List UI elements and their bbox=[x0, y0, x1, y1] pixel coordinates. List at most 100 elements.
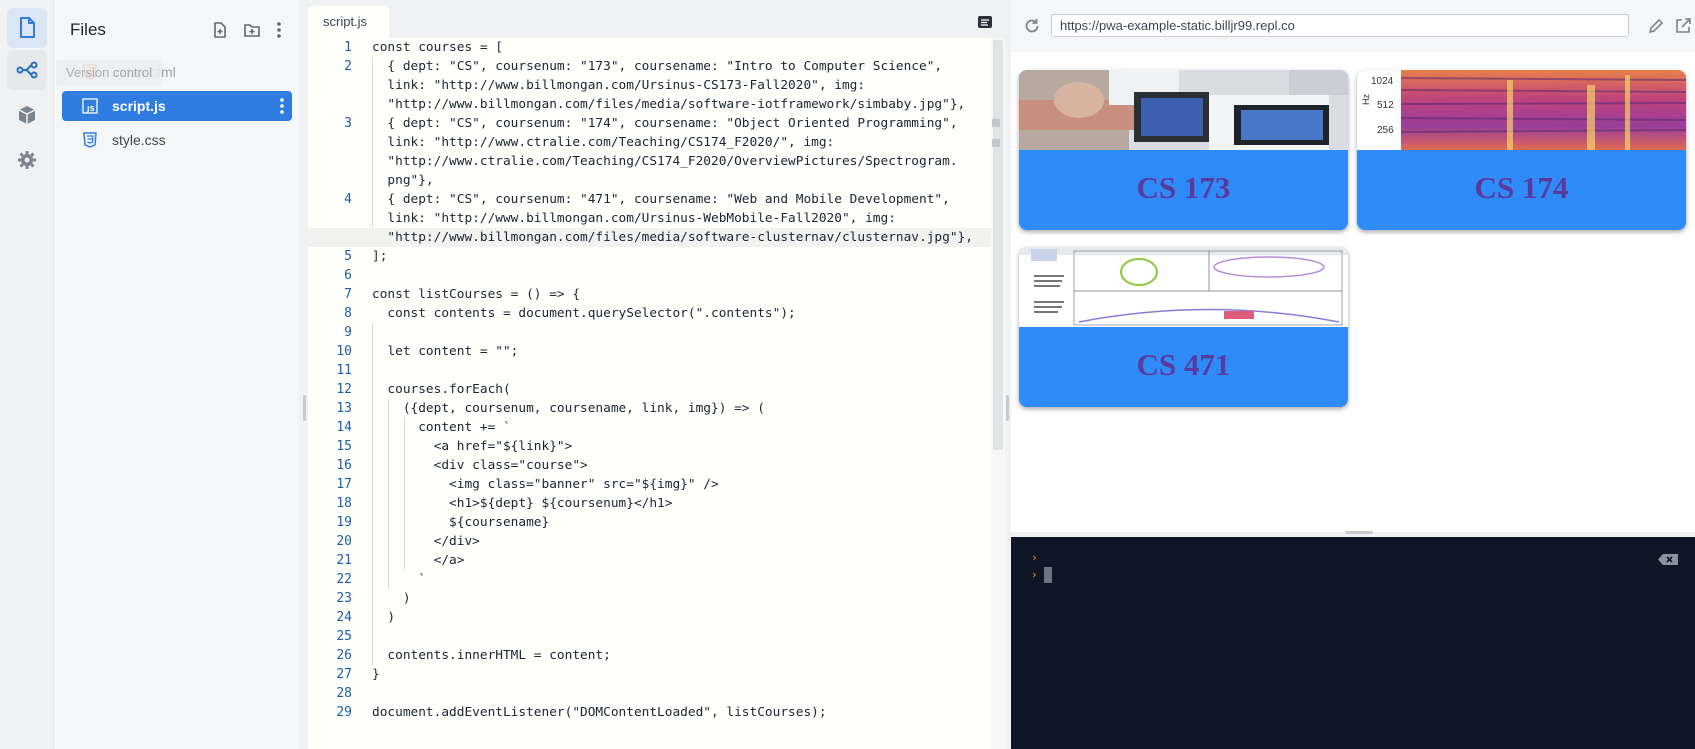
line-number: 21 bbox=[336, 553, 352, 568]
refresh-icon[interactable] bbox=[1023, 17, 1041, 35]
files-panel-title: Files bbox=[70, 20, 106, 39]
course-title: CS 471 bbox=[1136, 347, 1231, 382]
css3-icon bbox=[83, 132, 97, 148]
packages-tool-button[interactable] bbox=[7, 95, 47, 135]
course-title: CS 174 bbox=[1474, 170, 1569, 205]
code-line: content += ` bbox=[372, 420, 511, 435]
line-number: 29 bbox=[336, 705, 352, 720]
line-number: 9 bbox=[344, 325, 352, 340]
code-line: link: "http://www.billmongan.com/Ursinus… bbox=[372, 78, 866, 93]
line-number: 14 bbox=[336, 420, 352, 435]
console-panel[interactable]: › › bbox=[1011, 537, 1695, 749]
console-prompt: › bbox=[1031, 568, 1038, 581]
code-line: <h1>${dept} ${coursenum}</h1> bbox=[372, 496, 673, 511]
course-title: CS 173 bbox=[1136, 170, 1231, 205]
webview-urlbar: https://pwa-example-static.billjr99.repl… bbox=[1011, 0, 1695, 52]
course-banner-image bbox=[1019, 70, 1348, 150]
settings-tool-button[interactable] bbox=[7, 140, 47, 180]
course-card-cs174[interactable]: Hz 1024 512 256 CS 174 bbox=[1357, 70, 1686, 230]
files-tool-button[interactable] bbox=[7, 8, 47, 48]
file-menu-icon[interactable] bbox=[280, 98, 284, 114]
file-item-script-js[interactable]: JS script.js bbox=[62, 91, 292, 121]
tab-script-js[interactable]: script.js bbox=[308, 6, 389, 38]
code-line: </a> bbox=[372, 553, 465, 568]
files-menu-button[interactable] bbox=[269, 20, 289, 40]
more-vertical-icon bbox=[277, 22, 281, 38]
replit-workspace: Version control Files index.html JS scri… bbox=[0, 0, 1695, 749]
spectrogram-axis-label: Hz bbox=[1361, 94, 1371, 105]
line-number: 15 bbox=[336, 439, 352, 454]
file-item-style-css[interactable]: style.css bbox=[62, 125, 292, 155]
line-number: 28 bbox=[336, 686, 352, 701]
settings-icon bbox=[18, 151, 36, 169]
line-number: 2 bbox=[344, 59, 352, 74]
clear-console-icon[interactable] bbox=[1657, 553, 1679, 566]
version-control-tool-button[interactable] bbox=[7, 50, 47, 90]
course-card-cs471[interactable]: CS 471 bbox=[1019, 247, 1348, 407]
editor-resize-handle[interactable] bbox=[1006, 395, 1009, 421]
code-line: </div> bbox=[372, 534, 480, 549]
line-number: 5 bbox=[344, 249, 352, 264]
spectrogram-banner-image bbox=[1357, 70, 1686, 150]
overview-ruler-mark bbox=[992, 119, 1000, 127]
line-number: 24 bbox=[336, 610, 352, 625]
code-line: { dept: "CS", coursenum: "174", coursena… bbox=[372, 116, 958, 131]
editor-tabbar: script.js bbox=[308, 0, 1005, 38]
code-line: "http://www.ctralie.com/Teaching/CS174_F… bbox=[372, 154, 958, 169]
line-number: 13 bbox=[336, 401, 352, 416]
new-folder-icon bbox=[244, 24, 260, 37]
course-card-cs173[interactable]: CS 173 bbox=[1019, 70, 1348, 230]
code-line: ) bbox=[372, 610, 396, 625]
course-cards: CS 173 Hz 1024 512 256 CS 174 CS 471 bbox=[1011, 52, 1695, 532]
code-editor: script.js 1 2 3 4 5 6 7 8 9 10 11 12 13 … bbox=[308, 0, 1005, 749]
activity-bar bbox=[0, 0, 53, 749]
line-number: 3 bbox=[344, 116, 352, 131]
line-number: 16 bbox=[336, 458, 352, 473]
editor-scrollbar-thumb[interactable] bbox=[993, 40, 1003, 450]
console-resize-handle[interactable] bbox=[1345, 531, 1373, 534]
line-number: 10 bbox=[336, 344, 352, 359]
line-number: 26 bbox=[336, 648, 352, 663]
code-line: const contents = document.querySelector(… bbox=[372, 306, 796, 321]
code-line: } bbox=[372, 667, 380, 682]
url-input[interactable]: https://pwa-example-static.billjr99.repl… bbox=[1051, 14, 1629, 37]
line-number: 23 bbox=[336, 591, 352, 606]
code-line: const courses = [ bbox=[372, 40, 503, 55]
line-number: 6 bbox=[344, 268, 352, 283]
line-number: 18 bbox=[336, 496, 352, 511]
file-name: script.js bbox=[112, 98, 166, 114]
code-line: { dept: "CS", coursenum: "471", coursena… bbox=[372, 192, 950, 207]
files-icon bbox=[20, 17, 35, 38]
edit-icon[interactable] bbox=[1647, 17, 1665, 35]
svg-text:JS: JS bbox=[86, 105, 95, 113]
line-number: 4 bbox=[344, 192, 352, 207]
version-control-tooltip: Version control bbox=[56, 60, 162, 86]
new-file-button[interactable] bbox=[210, 20, 230, 40]
code-line: document.addEventListener("DOMContentLoa… bbox=[372, 705, 827, 720]
line-number: 17 bbox=[336, 477, 352, 492]
javascript-icon: JS bbox=[82, 98, 98, 114]
code-line: "http://www.billmongan.com/files/media/s… bbox=[372, 97, 966, 112]
line-number: 12 bbox=[336, 382, 352, 397]
overview-ruler-mark bbox=[992, 139, 1000, 147]
code-line: ${coursename} bbox=[372, 515, 550, 530]
webview-panel: https://pwa-example-static.billjr99.repl… bbox=[1011, 0, 1695, 532]
format-icon[interactable] bbox=[977, 14, 993, 30]
line-number: 20 bbox=[336, 534, 352, 549]
code-line: ` bbox=[372, 572, 426, 587]
code-line: { dept: "CS", coursenum: "173", coursena… bbox=[372, 59, 943, 74]
spectrogram-tick: 1024 bbox=[1371, 76, 1394, 87]
code-line: "http://www.billmongan.com/files/media/s… bbox=[372, 230, 973, 245]
sidebar-resize-handle[interactable] bbox=[303, 395, 306, 421]
new-folder-button[interactable] bbox=[242, 20, 262, 40]
code-line: link: "http://www.ctralie.com/Teaching/C… bbox=[372, 135, 835, 150]
code-line: const listCourses = () => { bbox=[372, 287, 581, 302]
code-area[interactable]: 1 2 3 4 5 6 7 8 9 10 11 12 13 14 15 16 1… bbox=[308, 38, 1005, 749]
code-line: <div class="course"> bbox=[372, 458, 588, 473]
code-line: let content = ""; bbox=[372, 344, 519, 359]
console-prompt: › bbox=[1031, 551, 1038, 564]
open-in-new-tab-icon[interactable] bbox=[1674, 17, 1692, 35]
code-line: courses.forEach( bbox=[372, 382, 511, 397]
code-line: <img class="banner" src="${img}" /> bbox=[372, 477, 719, 492]
code-line: ]; bbox=[372, 249, 388, 264]
